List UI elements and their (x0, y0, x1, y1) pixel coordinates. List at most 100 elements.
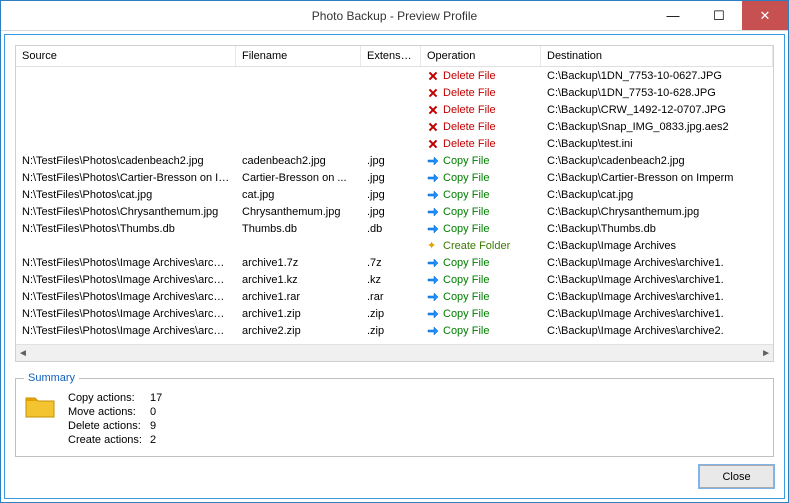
folder-icon (24, 390, 56, 422)
cell-extension: .db (361, 223, 421, 235)
cell-source: N:\TestFiles\Photos\Thumbs.db (16, 223, 236, 235)
table-row[interactable]: ✦Create FolderC:\Backup\Image Archives (16, 237, 773, 254)
create-actions-label: Create actions: (68, 434, 148, 446)
col-extension[interactable]: Extension (361, 46, 421, 66)
cell-operation: ✦Create Folder (421, 240, 541, 252)
operation-label: Copy File (443, 308, 489, 320)
cell-filename: cadenbeach2.jpg (236, 155, 361, 167)
operation-label: Copy File (443, 206, 489, 218)
horizontal-scrollbar[interactable]: ◄ ► (16, 344, 773, 361)
cell-operation: Copy File (421, 206, 541, 218)
window-title: Photo Backup - Preview Profile (139, 9, 650, 23)
delete-icon (427, 104, 439, 116)
summary-title: Summary (24, 372, 79, 384)
table-row[interactable]: N:\TestFiles\Photos\Image Archives\archi… (16, 305, 773, 322)
table-row[interactable]: N:\TestFiles\Photos\Image Archives\archi… (16, 288, 773, 305)
operation-label: Copy File (443, 172, 489, 184)
arrow-right-icon (427, 223, 439, 235)
table-row[interactable]: Delete FileC:\Backup\Snap_IMG_0833.jpg.a… (16, 118, 773, 135)
cell-destination: C:\Backup\1DN_7753-10-0627.JPG (541, 70, 773, 82)
table-row[interactable]: N:\TestFiles\Photos\Thumbs.dbThumbs.db.d… (16, 220, 773, 237)
operation-label: Delete File (443, 70, 496, 82)
cell-extension: .jpg (361, 172, 421, 184)
maximize-button[interactable]: ☐ (696, 1, 742, 30)
col-source[interactable]: Source (16, 46, 236, 66)
cell-filename: cat.jpg (236, 189, 361, 201)
operation-label: Copy File (443, 274, 489, 286)
operation-label: Copy File (443, 325, 489, 337)
delete-icon (427, 121, 439, 133)
cell-operation: Copy File (421, 189, 541, 201)
cell-destination: C:\Backup\test.ini (541, 138, 773, 150)
cell-filename: archive1.zip (236, 308, 361, 320)
window-controls: — ☐ ✕ (650, 1, 788, 30)
col-filename[interactable]: Filename (236, 46, 361, 66)
cell-destination: C:\Backup\Image Archives\archive1. (541, 291, 773, 303)
operation-label: Copy File (443, 189, 489, 201)
cell-source: N:\TestFiles\Photos\Image Archives\archi… (16, 308, 236, 320)
cell-source: N:\TestFiles\Photos\cadenbeach2.jpg (16, 155, 236, 167)
cell-filename: archive1.7z (236, 257, 361, 269)
close-button[interactable]: Close (699, 465, 774, 488)
delete-actions-label: Delete actions: (68, 420, 148, 432)
operation-label: Copy File (443, 223, 489, 235)
delete-actions-count: 9 (150, 420, 168, 432)
operations-table: Source Filename Extension Operation Dest… (15, 45, 774, 362)
cell-source: N:\TestFiles\Photos\Chrysanthemum.jpg (16, 206, 236, 218)
cell-operation: Copy File (421, 274, 541, 286)
cell-filename: Cartier-Bresson on ... (236, 172, 361, 184)
table-row[interactable]: N:\TestFiles\Photos\cat.jpgcat.jpg.jpgCo… (16, 186, 773, 203)
table-row[interactable]: Delete FileC:\Backup\1DN_7753-10-628.JPG (16, 84, 773, 101)
cell-destination: C:\Backup\Cartier-Bresson on Imperm (541, 172, 773, 184)
cell-source: N:\TestFiles\Photos\cat.jpg (16, 189, 236, 201)
table-row[interactable]: Delete File C:\Backup\1DN_7753-10-0627.JP… (16, 67, 773, 84)
cell-operation: Delete File (421, 70, 541, 82)
scroll-right-icon[interactable]: ► (761, 348, 771, 359)
cell-operation: Delete File (421, 87, 541, 99)
cell-operation: Copy File (421, 291, 541, 303)
arrow-right-icon (427, 206, 439, 218)
cell-destination: C:\Backup\cat.jpg (541, 189, 773, 201)
create-actions-count: 2 (150, 434, 168, 446)
cell-operation: Copy File (421, 223, 541, 235)
cell-destination: C:\Backup\Image Archives\archive1. (541, 308, 773, 320)
close-window-button[interactable]: ✕ (742, 1, 788, 30)
operation-label: Delete File (443, 138, 496, 150)
cell-filename: archive2.zip (236, 325, 361, 337)
cell-source: N:\TestFiles\Photos\Cartier-Bresson on I… (16, 172, 236, 184)
cell-destination: C:\Backup\Image Archives\archive1. (541, 257, 773, 269)
summary-table: Copy actions:17 Move actions:0 Delete ac… (66, 390, 170, 448)
summary-panel: Summary Copy actions:17 Move actions:0 D… (15, 372, 774, 457)
table-row[interactable]: N:\TestFiles\Photos\cadenbeach2.jpgcaden… (16, 152, 773, 169)
cell-destination: C:\Backup\Image Archives\archive1. (541, 274, 773, 286)
cell-extension: .jpg (361, 155, 421, 167)
arrow-right-icon (427, 155, 439, 167)
cell-destination: C:\Backup\cadenbeach2.jpg (541, 155, 773, 167)
table-row[interactable]: N:\TestFiles\Photos\Chrysanthemum.jpgChr… (16, 203, 773, 220)
arrow-right-icon (427, 257, 439, 269)
arrow-right-icon (427, 325, 439, 337)
cell-source: N:\TestFiles\Photos\Image Archives\archi… (16, 291, 236, 303)
cell-extension: .zip (361, 325, 421, 337)
table-row[interactable]: Delete File C:\Backup\CRW_1492-12-0707.JP… (16, 101, 773, 118)
cell-extension: .jpg (361, 206, 421, 218)
operation-label: Delete File (443, 104, 496, 116)
table-row[interactable]: N:\TestFiles\Photos\Cartier-Bresson on I… (16, 169, 773, 186)
star-icon: ✦ (427, 240, 439, 252)
col-operation[interactable]: Operation (421, 46, 541, 66)
table-row[interactable]: N:\TestFiles\Photos\Image Archives\archi… (16, 322, 773, 339)
button-row: Close (15, 465, 774, 488)
table-row[interactable]: Delete File C:\Backup\test.ini (16, 135, 773, 152)
col-destination[interactable]: Destination (541, 46, 773, 66)
cell-destination: C:\Backup\Image Archives\archive2. (541, 325, 773, 337)
table-row[interactable]: N:\TestFiles\Photos\Image Archives\archi… (16, 271, 773, 288)
cell-destination: C:\Backup\CRW_1492-12-0707.JPG (541, 104, 773, 116)
table-row[interactable]: N:\TestFiles\Photos\Image Archives\archi… (16, 254, 773, 271)
move-actions-count: 0 (150, 406, 168, 418)
minimize-button[interactable]: — (650, 1, 696, 30)
cell-operation: Copy File (421, 172, 541, 184)
cell-filename: Chrysanthemum.jpg (236, 206, 361, 218)
arrow-right-icon (427, 189, 439, 201)
scroll-left-icon[interactable]: ◄ (18, 348, 28, 359)
delete-icon (427, 138, 439, 150)
